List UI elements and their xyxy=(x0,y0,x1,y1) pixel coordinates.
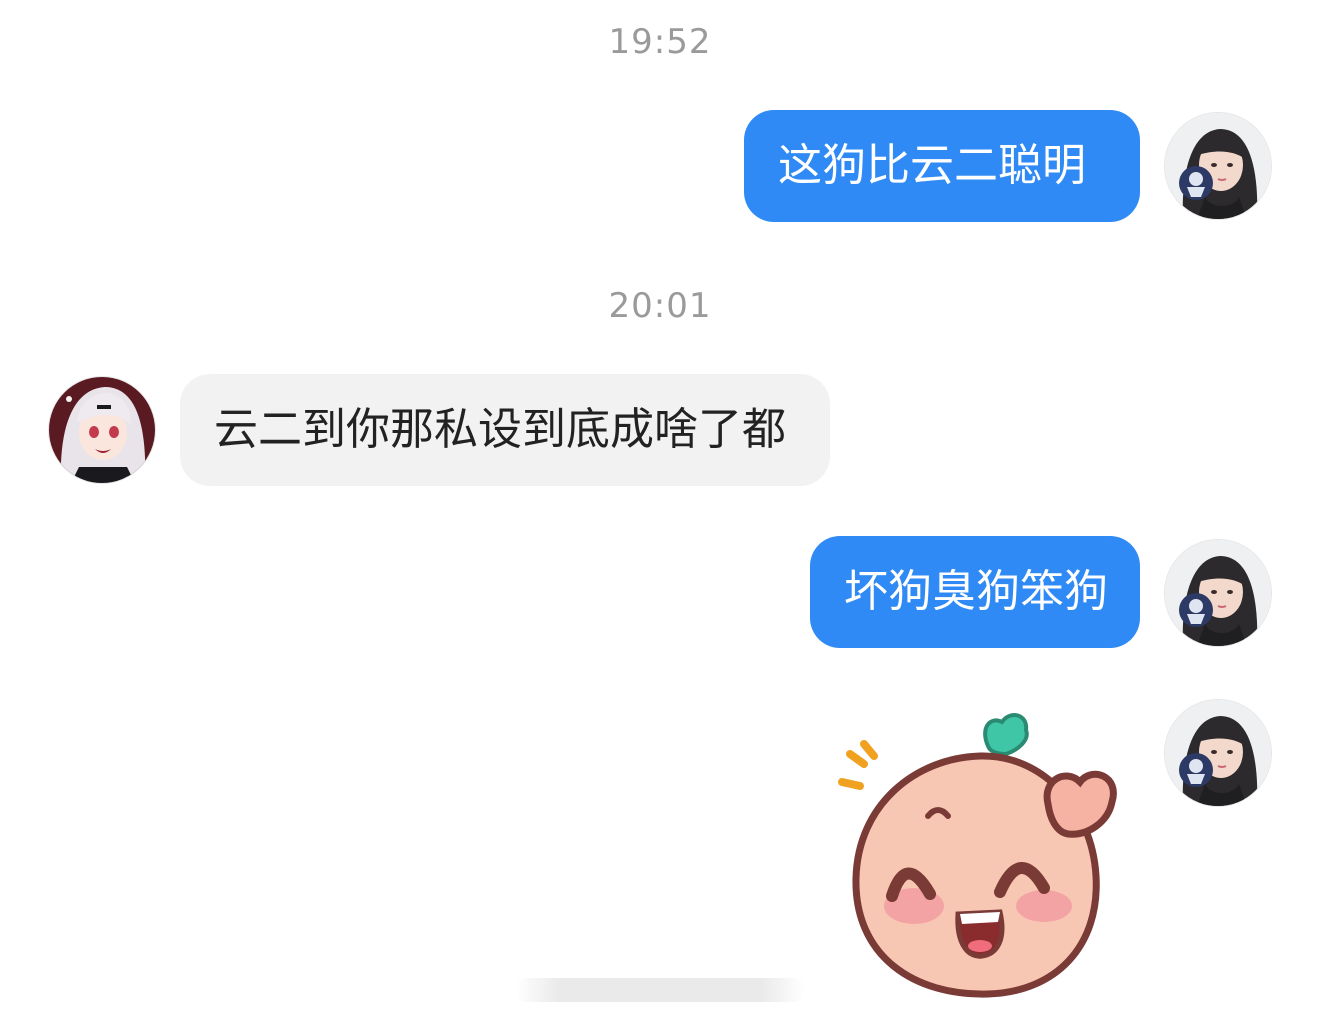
self-avatar-image xyxy=(1165,700,1271,806)
self-avatar-image xyxy=(1165,540,1271,646)
message-bubble-outgoing[interactable]: 这狗比云二聪明 xyxy=(744,110,1140,222)
self-avatar[interactable] xyxy=(1165,113,1271,219)
message-bubble-outgoing[interactable]: 坏狗臭狗笨狗 xyxy=(810,536,1140,648)
peach-sticker-image xyxy=(838,713,1117,998)
timestamp: 20:01 xyxy=(608,286,712,326)
message-bubble-incoming[interactable]: 云二到你那私设到底成啥了都 xyxy=(180,374,830,486)
contact-avatar-image xyxy=(49,377,155,483)
self-avatar-image xyxy=(1165,113,1271,219)
contact-avatar[interactable] xyxy=(49,377,155,483)
self-avatar[interactable] xyxy=(1165,540,1271,646)
timestamp: 19:52 xyxy=(608,22,712,62)
watermark-strip xyxy=(515,978,805,1002)
peach-waving-sticker[interactable] xyxy=(830,706,1130,1006)
self-avatar[interactable] xyxy=(1165,700,1271,806)
